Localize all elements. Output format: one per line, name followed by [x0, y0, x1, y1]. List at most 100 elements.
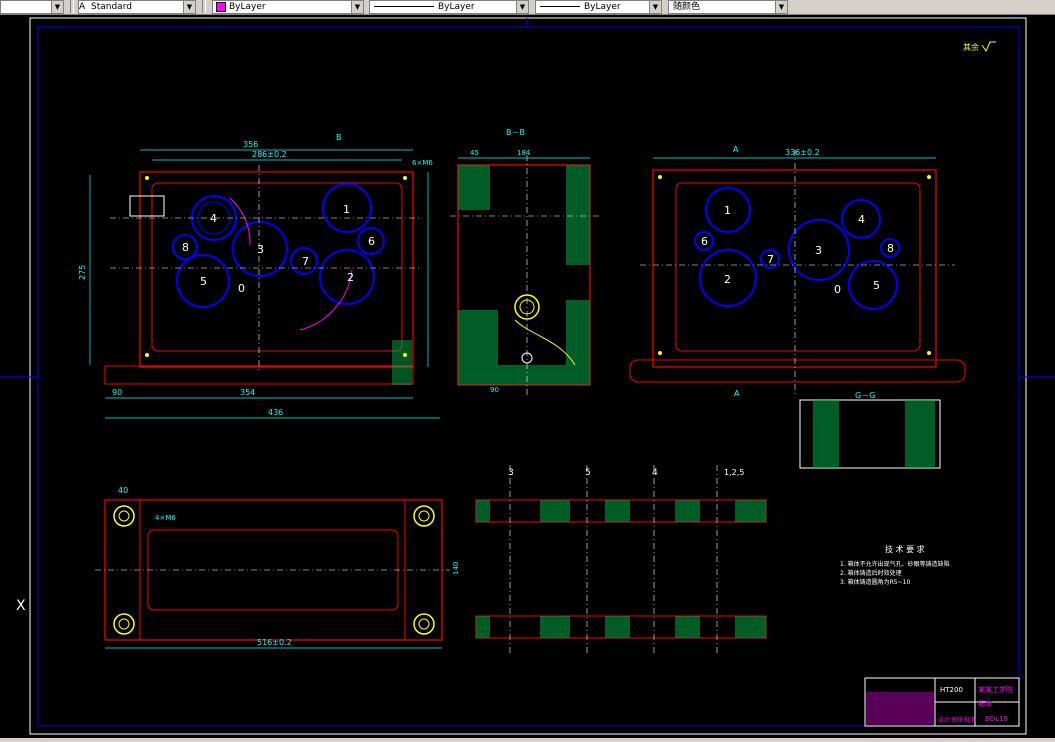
view-label: A — [734, 389, 740, 398]
top-inner-outline — [139, 499, 406, 641]
hole-label: 8 — [887, 242, 894, 255]
chevron-down-icon: ▼ — [516, 1, 528, 13]
mounting-hole — [418, 510, 430, 522]
title-cell: 批准 — [964, 716, 976, 724]
hole-label: 5 — [200, 275, 207, 288]
drawing-canvas[interactable]: 其余 356 286±0.2 436 354 90 275 B 6×M6 4 1… — [0, 15, 1055, 742]
command-bar[interactable] — [0, 738, 1055, 742]
screw-point — [658, 351, 662, 355]
school-name: 某某工学院 — [978, 685, 1013, 694]
top-view[interactable]: 516±0.2 40 4×M6 140 — [95, 486, 460, 649]
technical-requirements: 技 术 要 求 1. 箱体不允许出现气孔、砂眼等铸造缺陷 2. 箱体铸造后时效处… — [840, 544, 950, 586]
dimension-text: 90 — [112, 388, 122, 397]
chevron-down-icon: ▼ — [351, 1, 363, 13]
hole-label: 7 — [767, 253, 774, 266]
hole-label: 2 — [724, 273, 731, 286]
title-block-grid — [866, 692, 934, 725]
chevron-down-icon: ▼ — [775, 1, 787, 13]
title-cell: 审核 — [951, 716, 963, 724]
hole-label: 0 — [834, 283, 841, 296]
front-view[interactable]: 356 286±0.2 436 354 90 275 B 6×M6 4 1 3 … — [78, 133, 440, 419]
color-value: ByLayer — [229, 2, 266, 12]
tech-item: 1. 箱体不允许出现气孔、砂眼等铸造缺陷 — [840, 560, 950, 568]
tech-item: 3. 箱体铸造圆角为R5~10 — [840, 578, 910, 586]
screw-point — [145, 353, 149, 357]
toolbar-separator — [202, 0, 206, 13]
lineweight-combo[interactable]: ByLayer ▼ — [535, 0, 662, 14]
hatch-area — [675, 500, 700, 522]
mounting-hole — [413, 505, 435, 527]
title-cell: 设计 — [938, 716, 950, 724]
screw-point — [403, 353, 407, 357]
lineweight-sample — [540, 6, 580, 7]
hatch-area — [675, 616, 700, 638]
section-gg-view[interactable]: G－G — [799, 391, 941, 469]
hole-label: 6 — [701, 235, 708, 248]
hatch-area — [540, 500, 570, 522]
rear-view[interactable]: 336±0.2 A A 1 2 3 4 5 6 7 8 0 — [629, 145, 966, 398]
mounting-hole — [118, 510, 130, 522]
hatch-area — [458, 310, 498, 385]
section-label: B－B — [506, 128, 525, 137]
dimension-text: 4×M6 — [155, 514, 176, 522]
text-style-icon: A — [79, 2, 86, 12]
dimension-text: 286±0.2 — [252, 150, 287, 159]
properties-toolbar: ▼ A Standard ▼ ByLayer ▼ ByLayer ▼ ByLaye… — [0, 0, 1055, 15]
dimension-text: 40 — [118, 486, 128, 495]
dimension-text: 6×M6 — [412, 159, 433, 167]
dimension-text: 354 — [240, 388, 255, 397]
mounting-hole — [113, 613, 135, 635]
section-tag: 5 — [585, 468, 591, 478]
hole-label: 8 — [182, 241, 189, 254]
hole-label: 1 — [343, 203, 350, 216]
hatch-area — [605, 616, 630, 638]
linetype-combo[interactable]: ByLayer ▼ — [369, 0, 529, 14]
hatch-area — [735, 500, 766, 522]
screw-point — [145, 176, 149, 180]
hole-label: 3 — [815, 244, 822, 257]
hatch-area — [392, 340, 412, 385]
hatch-area — [498, 365, 590, 385]
mounting-hole — [418, 618, 430, 630]
previous-combo[interactable]: ▼ — [0, 0, 64, 14]
dimension-text: 356 — [243, 140, 258, 149]
mounting-hole — [118, 618, 130, 630]
color-combo[interactable]: ByLayer ▼ — [212, 0, 364, 14]
hatch-area — [605, 500, 630, 522]
view-label: A — [733, 145, 739, 154]
dimension-text: 90 — [490, 386, 499, 394]
front-base-flange — [104, 365, 414, 385]
hole-label: 4 — [858, 213, 865, 226]
hole-label: 3 — [257, 243, 264, 256]
hatch-area — [540, 616, 570, 638]
section-tag: 1,2,5 — [724, 468, 744, 477]
mounting-hole — [413, 613, 435, 635]
hole-label: 2 — [347, 271, 354, 284]
plotstyle-value: 随颜色 — [673, 2, 701, 12]
text-style-combo[interactable]: A Standard ▼ — [78, 0, 196, 14]
roughness-note: 其余 — [963, 42, 979, 52]
chevron-down-icon: ▼ — [649, 1, 661, 13]
dimension-text: 516±0.2 — [257, 638, 292, 647]
section-bb-view[interactable]: B－B 184 45 90 — [450, 128, 600, 395]
part-name: 箱体 — [978, 699, 992, 708]
hatch-area — [458, 165, 490, 210]
dimension-text: 140 — [452, 562, 460, 575]
hatch-area — [566, 300, 590, 365]
linetype-value: ByLayer — [438, 2, 475, 12]
plotstyle-combo[interactable]: 随颜色 ▼ — [668, 0, 788, 14]
title-block[interactable]: HT200 某某工学院 箱体 BDL19 设计 审核 批准 — [864, 677, 1020, 727]
hole-label: 0 — [238, 282, 245, 295]
drawing-number: BDL19 — [985, 715, 1008, 723]
front-inner-outline — [151, 182, 403, 352]
roughness-symbol-icon — [981, 41, 996, 53]
cad-drawing[interactable]: 其余 356 286±0.2 436 354 90 275 B 6×M6 4 1… — [0, 15, 1055, 742]
screw-point — [927, 351, 931, 355]
hatch-area — [813, 400, 839, 468]
arc-line — [299, 269, 353, 331]
rear-inner-outline — [675, 182, 921, 352]
section-label: G－G — [855, 391, 875, 400]
shaft-sections[interactable]: 3 5 4 1,2,5 — [475, 465, 767, 655]
screw-point — [658, 175, 662, 179]
dimension-text: 336±0.2 — [785, 148, 820, 157]
